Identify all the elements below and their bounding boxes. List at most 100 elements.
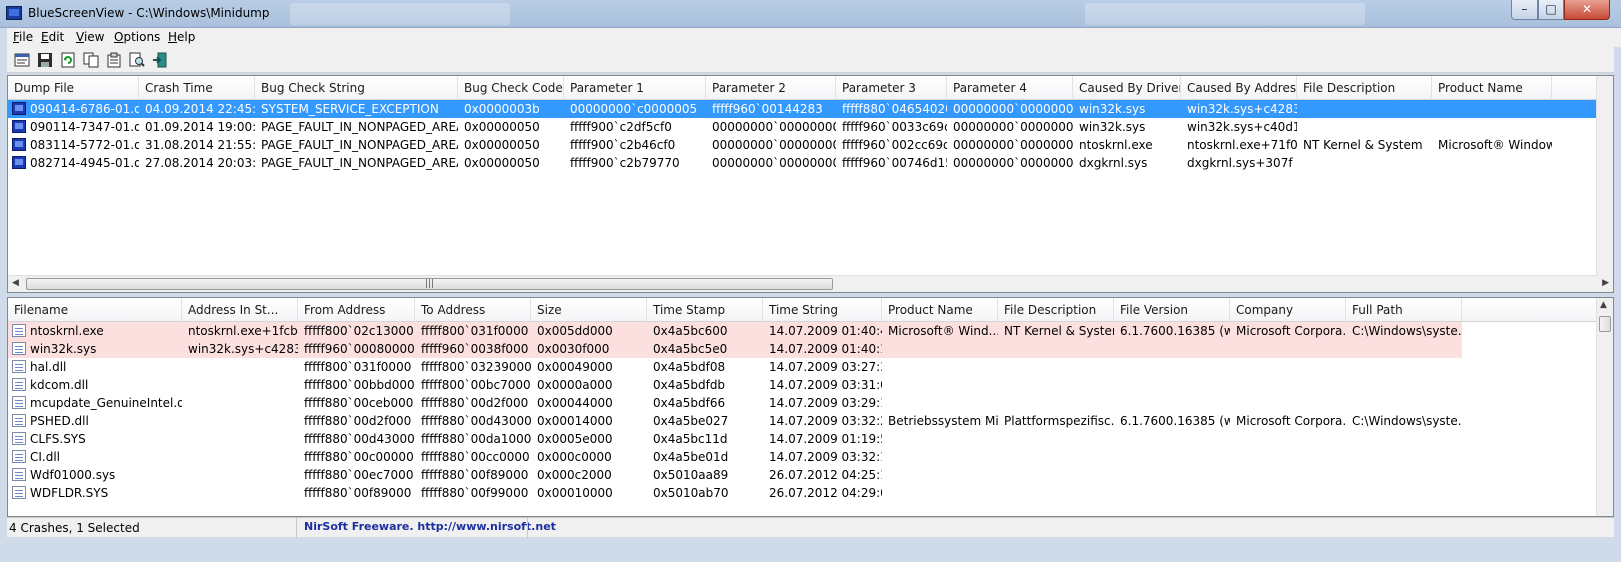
column-header[interactable]: Bug Check Code: [458, 76, 564, 100]
driver-row[interactable]: CI.dll fffff880`00c00000 fffff880`00cc0000…: [8, 448, 1613, 466]
column-header[interactable]: Parameter 4: [947, 76, 1073, 100]
cell-size: 0x000c0000: [537, 450, 612, 464]
menu-edit[interactable]: Edit: [41, 30, 64, 44]
cell-crash-time: 31.08.2014 21:55:55: [145, 138, 255, 152]
exit-icon[interactable]: [151, 51, 169, 68]
column-header[interactable]: Caused By Driver: [1073, 76, 1181, 100]
scroll-up-icon[interactable]: ▲: [1600, 300, 1607, 310]
column-header[interactable]: Time String: [763, 298, 882, 322]
driver-row[interactable]: ntoskrnl.exe ntoskrnl.exe+1fcb40 fffff800`…: [8, 322, 1462, 340]
column-header[interactable]: Address In St...: [182, 298, 298, 322]
cell-caused-by-address: win32k.sys+c40d1: [1187, 120, 1297, 134]
cell-company: Microsoft Corpora...: [1236, 324, 1346, 338]
driver-row[interactable]: kdcom.dll fffff800`00bbd000 fffff800`00bc7…: [8, 376, 1613, 394]
menu-file[interactable]: File: [13, 30, 33, 44]
cell-full-path: [1346, 376, 1462, 394]
scroll-right-icon[interactable]: ▶: [1602, 278, 1609, 288]
cell-time-stamp: 0x4a5bdf66: [653, 396, 726, 410]
cell-parameter-2: 00000000`00000000: [712, 120, 836, 134]
cell-time-string: 14.07.2009 01:40:16: [769, 342, 882, 356]
cell-company: [1230, 448, 1346, 466]
cell-to-address: fffff960`0038f000: [421, 342, 529, 356]
crash-list-vscrollbar[interactable]: [1596, 76, 1613, 276]
cell-bug-check-string: PAGE_FAULT_IN_NONPAGED_AREA: [261, 120, 458, 134]
column-header[interactable]: File Description: [998, 298, 1114, 322]
report-icon[interactable]: [105, 51, 123, 68]
cell-time-string: 14.07.2009 03:27:36: [769, 360, 882, 374]
find-icon[interactable]: [128, 51, 146, 68]
save-icon[interactable]: [36, 51, 54, 68]
menu-help[interactable]: Help: [168, 30, 195, 44]
copy-icon[interactable]: [82, 51, 100, 68]
driver-row[interactable]: Wdf01000.sys fffff880`00ec7000 fffff880`00…: [8, 466, 1613, 484]
column-header[interactable]: Parameter 2: [706, 76, 836, 100]
vscroll-thumb[interactable]: [1599, 316, 1611, 332]
crash-row[interactable]: 090414-6786-01.dmp 04.09.2014 22:45:53 SYS…: [8, 100, 1613, 118]
cell-time-stamp: 0x4a5bdfdb: [653, 378, 726, 392]
column-header[interactable]: Company: [1230, 298, 1346, 322]
close-button[interactable]: ✕: [1564, 0, 1610, 20]
cell-time-string: 26.07.2012 04:25:13: [769, 468, 882, 482]
driver-list-vscrollbar[interactable]: ▲: [1596, 298, 1613, 516]
cell-bug-check-string: PAGE_FAULT_IN_NONPAGED_AREA: [261, 138, 458, 152]
column-header[interactable]: File Description: [1297, 76, 1432, 100]
column-header[interactable]: File Version: [1114, 298, 1230, 322]
cell-bug-check-string: SYSTEM_SERVICE_EXCEPTION: [261, 102, 439, 116]
properties-icon[interactable]: [13, 51, 31, 68]
column-header[interactable]: Crash Time: [139, 76, 255, 100]
cell-size: 0x000c2000: [537, 468, 612, 482]
column-header[interactable]: Bug Check String: [255, 76, 458, 100]
column-header[interactable]: Parameter 3: [836, 76, 947, 100]
refresh-icon[interactable]: [59, 51, 77, 68]
driver-row[interactable]: hal.dll fffff800`031f0000 fffff800`0323900…: [8, 358, 1613, 376]
crash-list-hscrollbar[interactable]: ◀ ||| ▶: [8, 275, 1613, 292]
column-header[interactable]: Parameter 1: [564, 76, 706, 100]
cell-company: [1230, 394, 1346, 412]
minimize-button[interactable]: –: [1511, 0, 1538, 20]
column-header[interactable]: From Address: [298, 298, 415, 322]
crash-row[interactable]: 090114-7347-01.dmp 01.09.2014 19:00:20 PAG…: [8, 118, 1613, 136]
column-header[interactable]: Filename: [8, 298, 182, 322]
cell-time-string: 14.07.2009 03:29:10: [769, 396, 882, 410]
nirsoft-link[interactable]: NirSoft Freeware. http://www.nirsoft.net: [304, 518, 556, 538]
status-empty-pane: [527, 518, 1614, 538]
cell-file-version: [1114, 484, 1230, 502]
cell-to-address: fffff880`00cc0000: [421, 450, 530, 464]
column-header[interactable]: Full Path: [1346, 298, 1462, 322]
crash-row[interactable]: 083114-5772-01.dmp 31.08.2014 21:55:55 PAG…: [8, 136, 1613, 154]
menu-view[interactable]: View: [76, 30, 104, 44]
cell-parameter-4: 00000000`00000000: [953, 102, 1073, 116]
hscroll-thumb[interactable]: |||: [26, 278, 833, 290]
driver-row[interactable]: PSHED.dll fffff880`00d2f000 fffff880`00d43…: [8, 412, 1613, 430]
column-header[interactable]: Product Name: [1432, 76, 1552, 100]
driver-row[interactable]: win32k.sys win32k.sys+c4283 fffff960`00080…: [8, 340, 1462, 358]
column-header[interactable]: Size: [531, 298, 647, 322]
title-bar: BlueScreenView - C:\Windows\Minidump – □…: [0, 0, 1621, 28]
cell-to-address: fffff800`03239000: [421, 360, 531, 374]
menu-options[interactable]: Options: [114, 30, 160, 44]
column-header[interactable]: Dump File: [8, 76, 139, 100]
cell-from-address: fffff880`00d43000: [304, 432, 415, 446]
cell-size: 0x005dd000: [537, 324, 613, 338]
scroll-left-icon[interactable]: ◀: [12, 278, 19, 288]
column-header[interactable]: Product Name: [882, 298, 998, 322]
driver-list[interactable]: Filename Address In St... From Address To A…: [7, 297, 1614, 517]
cell-caused-by-address: win32k.sys+c4283: [1187, 102, 1297, 116]
crash-row[interactable]: 082714-4945-01.dmp 27.08.2014 20:03:29 PAG…: [8, 154, 1613, 172]
column-header[interactable]: To Address: [415, 298, 531, 322]
column-header[interactable]: Caused By Address: [1181, 76, 1297, 100]
maximize-button[interactable]: □: [1538, 0, 1564, 20]
cell-full-path: [1346, 394, 1462, 412]
driver-row[interactable]: mcupdate_GenuineIntel.dll fffff880`00ceb0…: [8, 394, 1613, 412]
driver-row[interactable]: WDFLDR.SYS fffff880`00f89000 fffff880`00f9…: [8, 484, 1613, 502]
cell-file-description: [998, 394, 1114, 412]
crash-list[interactable]: Dump File Crash Time Bug Check String Bug C…: [7, 75, 1614, 293]
cell-address-in-st: [182, 412, 298, 430]
cell-address-in-st: [182, 466, 298, 484]
column-header[interactable]: Time Stamp: [647, 298, 763, 322]
cell-time-stamp: 0x4a5bc600: [653, 324, 728, 338]
cell-full-path: [1346, 430, 1462, 448]
cell-company: [1230, 484, 1346, 502]
cell-time-stamp: 0x4a5bc11d: [653, 432, 728, 446]
driver-row[interactable]: CLFS.SYS fffff880`00d43000 fffff880`00da10…: [8, 430, 1613, 448]
